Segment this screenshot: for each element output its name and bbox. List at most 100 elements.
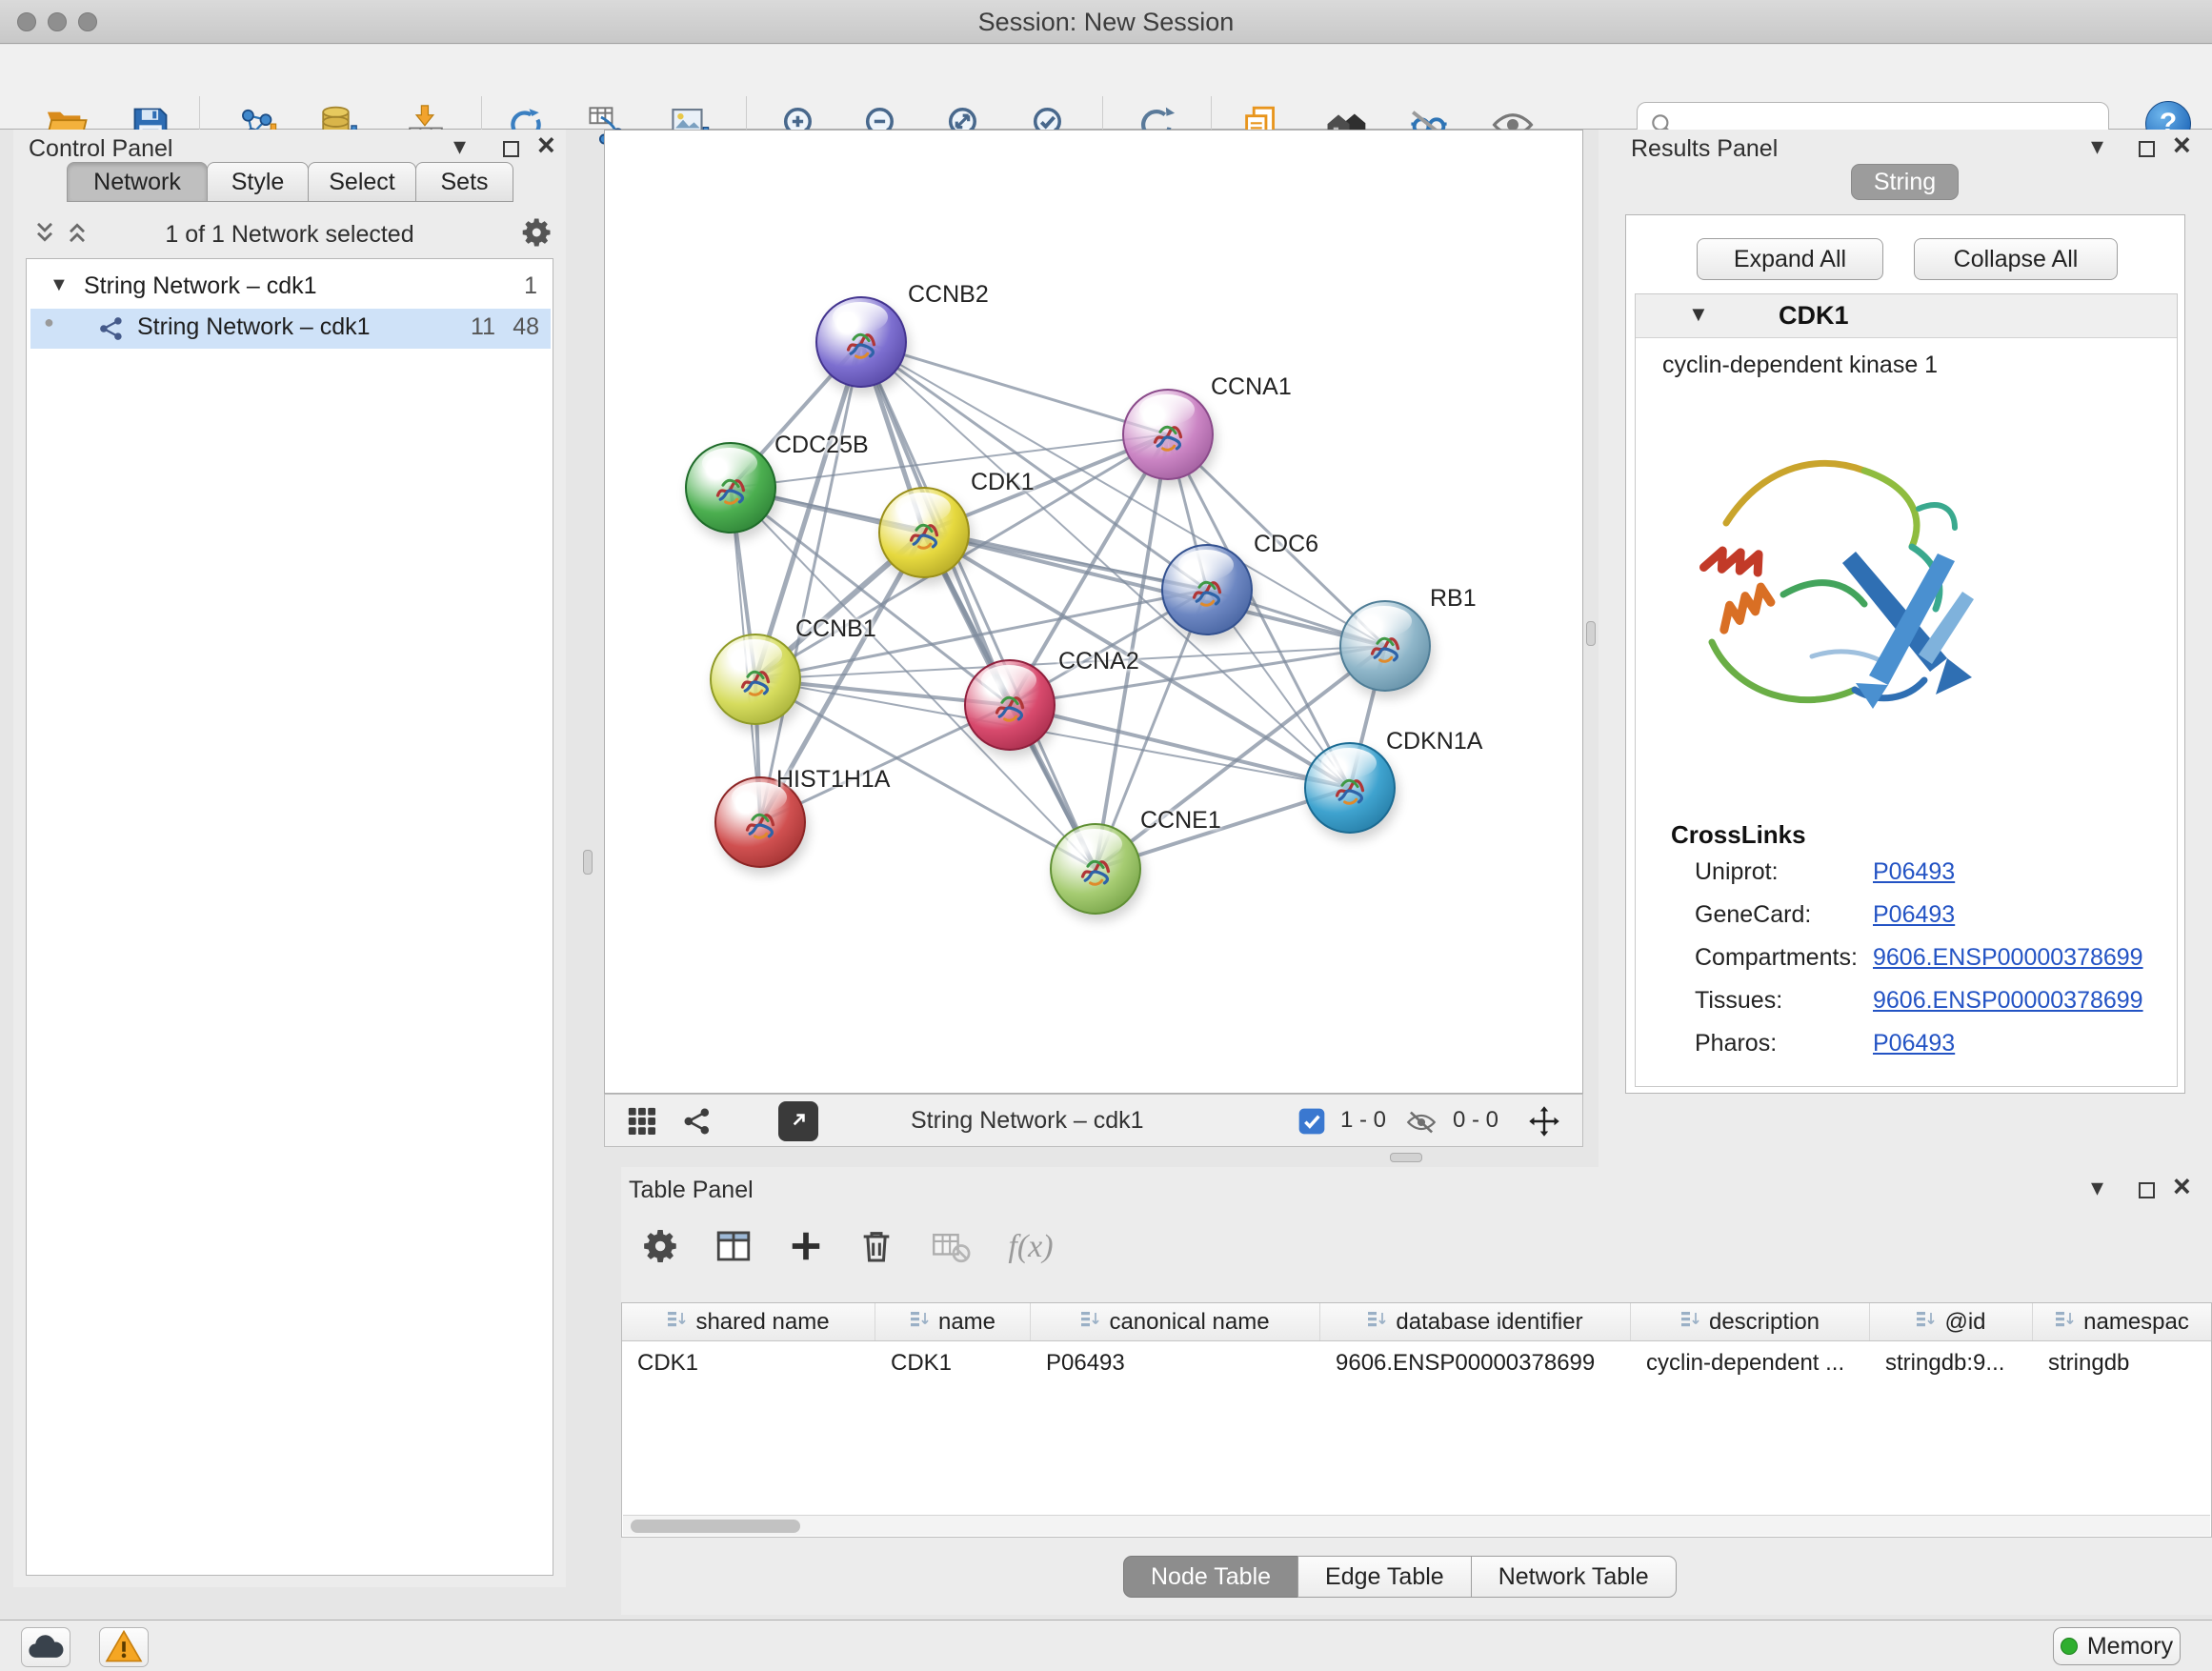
network-node-CDK1[interactable] [878, 487, 970, 578]
left-divider-grip[interactable] [583, 850, 593, 875]
memory-button[interactable]: Memory [2053, 1627, 2181, 1665]
network-node-CCNE1[interactable] [1050, 823, 1141, 915]
tab-select[interactable]: Select [308, 162, 416, 202]
protein-structure-image [1664, 418, 2036, 790]
select-columns-button[interactable] [707, 1220, 760, 1274]
sort-icon [2055, 1309, 2076, 1336]
network-edge[interactable] [861, 342, 1096, 869]
network-node-CDKN1A[interactable] [1304, 742, 1396, 834]
sort-icon [1080, 1309, 1101, 1336]
sort-icon [1680, 1309, 1701, 1336]
network-node-label: CDC6 [1254, 531, 1318, 558]
plus-icon [788, 1228, 824, 1267]
table-row[interactable]: CDK1 CDK1 P06493 9606.ENSP00000378699 cy… [622, 1341, 2211, 1385]
network-node-label: CCNB2 [908, 281, 989, 309]
birds-eye-view-button[interactable] [626, 1105, 658, 1140]
panel-menu-button[interactable]: ▾ [453, 133, 466, 158]
column-header[interactable]: @id [1870, 1303, 2033, 1340]
collapse-all-button[interactable]: Collapse All [1914, 238, 2118, 280]
column-header[interactable]: name [875, 1303, 1031, 1340]
column-header[interactable]: description [1631, 1303, 1870, 1340]
panel-close-button[interactable]: × [2173, 130, 2191, 160]
crosslink-genecard-link[interactable]: P06493 [1873, 901, 1955, 929]
right-divider-grip[interactable] [1586, 621, 1596, 646]
crosslink-pharos-link[interactable]: P06493 [1873, 1030, 1955, 1057]
string-results-content: Expand All Collapse All ▼ CDK1 cyclin-de… [1625, 214, 2185, 1094]
tab-network-table[interactable]: Network Table [1471, 1556, 1677, 1598]
title-bar: Session: New Session [0, 0, 2212, 44]
network-node-CDC25B[interactable] [685, 442, 776, 534]
network-edge[interactable] [760, 342, 861, 822]
add-column-button[interactable] [779, 1220, 833, 1274]
network-node-CCNA2[interactable] [964, 659, 1056, 751]
panel-close-button[interactable]: × [537, 130, 555, 160]
application-window: Session: New Session ? Control Panel [0, 0, 2212, 1671]
tab-edge-table[interactable]: Edge Table [1297, 1556, 1472, 1598]
crosslink-tissues-link[interactable]: 9606.ENSP00000378699 [1873, 987, 2143, 1015]
crosslink-label: Uniprot: [1695, 858, 1779, 886]
tab-string[interactable]: String [1851, 164, 1959, 200]
cell-database-identifier: 9606.ENSP00000378699 [1320, 1341, 1631, 1385]
section-disclosure-icon[interactable]: ▼ [1688, 302, 1709, 327]
node-count: 11 [471, 313, 495, 341]
panel-close-button[interactable]: × [2173, 1171, 2191, 1201]
network-node-RB1[interactable] [1339, 600, 1431, 692]
collection-disclosure-icon[interactable]: ▼ [50, 274, 69, 296]
protein-ribbon-icon [1142, 409, 1194, 460]
expand-all-button[interactable]: Expand All [1697, 238, 1883, 280]
column-header[interactable]: shared name [622, 1303, 875, 1340]
column-header[interactable]: namespac [2033, 1303, 2211, 1340]
cell-name: CDK1 [875, 1341, 1031, 1385]
protein-ribbon-icon [734, 796, 786, 848]
pan-mode-button[interactable] [1527, 1104, 1561, 1141]
column-header[interactable]: canonical name [1031, 1303, 1320, 1340]
external-arrow-icon [786, 1108, 811, 1136]
table-options-button[interactable] [634, 1220, 688, 1274]
node-table: shared name name canonical name database… [621, 1302, 2212, 1538]
selected-checkbox-icon[interactable] [1297, 1106, 1327, 1141]
gene-section-header[interactable]: ▼ CDK1 [1636, 294, 2177, 338]
bottom-divider-grip[interactable] [1390, 1153, 1422, 1162]
string-network-icon [97, 314, 126, 350]
open-in-window-button[interactable] [778, 1101, 818, 1141]
crosslink-compartments-link[interactable]: 9606.ENSP00000378699 [1873, 944, 2143, 972]
warning-triangle-icon [105, 1629, 143, 1666]
network-node-label: CDK1 [971, 469, 1035, 496]
network-tree: ▼ String Network – cdk1 1 ● String Netwo… [26, 258, 553, 1576]
gear-icon [641, 1226, 681, 1269]
network-options-gear-button[interactable] [520, 215, 554, 253]
network-row-selected[interactable]: ● String Network – cdk1 11 48 [30, 309, 551, 349]
network-node-CCNB2[interactable] [815, 296, 907, 388]
network-canvas[interactable]: CCNB2CCNA1CDC25BCDK1CDC6RB1CCNB1CCNA2CDK… [604, 130, 1583, 1094]
warnings-button[interactable] [99, 1627, 149, 1667]
crosslink-label: GeneCard: [1695, 901, 1811, 929]
panel-float-button[interactable] [2139, 136, 2155, 161]
network-node-CCNB1[interactable] [710, 634, 801, 725]
panel-menu-button[interactable]: ▾ [2091, 1175, 2103, 1199]
tab-node-table[interactable]: Node Table [1123, 1556, 1298, 1598]
crosslink-uniprot-link[interactable]: P06493 [1873, 858, 1955, 886]
cell-shared-name: CDK1 [622, 1341, 875, 1385]
network-overview-button[interactable] [681, 1105, 714, 1140]
network-collection-row[interactable]: ▼ String Network – cdk1 1 [27, 269, 553, 307]
hidden-count: 0 - 0 [1453, 1095, 1498, 1146]
network-node-CCNA1[interactable] [1122, 389, 1214, 480]
network-node-CDC6[interactable] [1161, 544, 1253, 635]
memory-indicator-dot [2061, 1638, 2078, 1655]
scrollbar-thumb[interactable] [631, 1520, 800, 1533]
column-header[interactable]: database identifier [1320, 1303, 1631, 1340]
network-edges [605, 131, 1584, 1095]
network-edge[interactable] [861, 342, 1168, 434]
panel-menu-button[interactable]: ▾ [2091, 133, 2103, 158]
delete-column-button[interactable] [850, 1220, 903, 1274]
protein-ribbon-icon [1181, 564, 1233, 615]
panel-float-button[interactable] [2139, 1178, 2155, 1202]
horizontal-scrollbar[interactable] [623, 1515, 2210, 1536]
network-node-label: CCNE1 [1140, 807, 1221, 835]
tab-sets[interactable]: Sets [415, 162, 513, 202]
cloud-status-button[interactable] [21, 1627, 70, 1667]
panel-float-button[interactable] [503, 136, 519, 161]
tab-network[interactable]: Network [67, 162, 208, 202]
tab-style[interactable]: Style [207, 162, 309, 202]
network-node-label: CCNB1 [795, 615, 876, 643]
